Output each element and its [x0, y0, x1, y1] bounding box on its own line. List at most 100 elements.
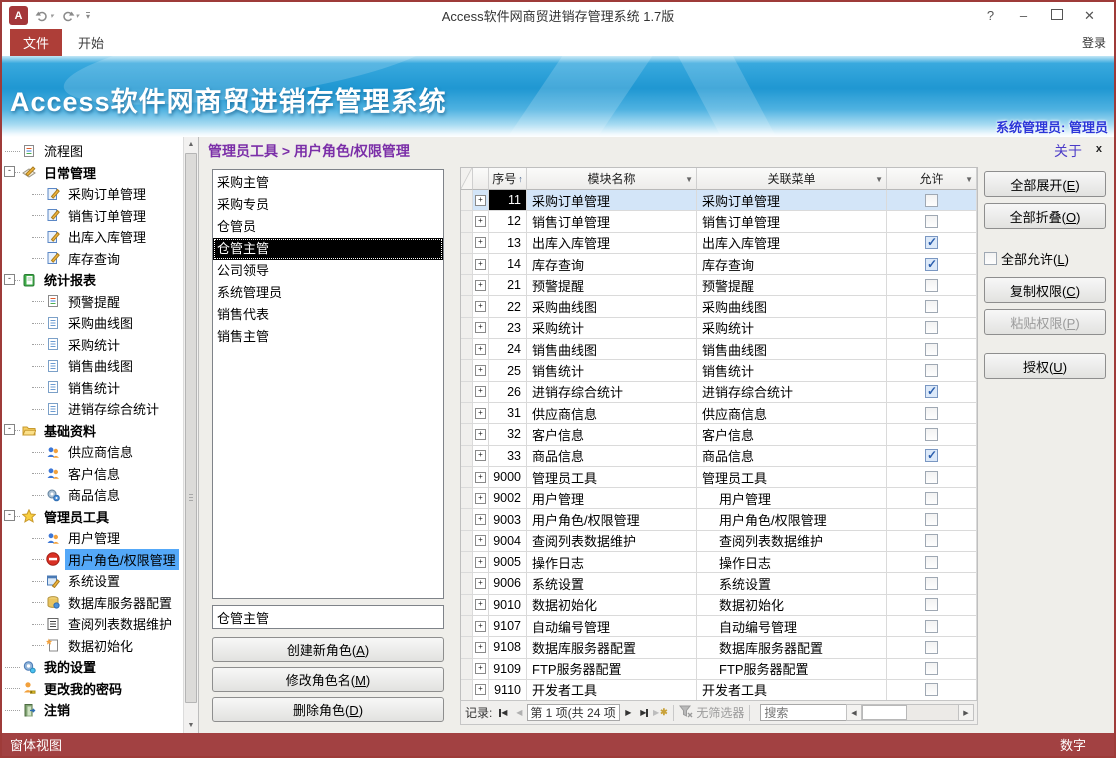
- tree-collapse-icon[interactable]: -: [4, 510, 15, 522]
- module-cell[interactable]: 用户角色/权限管理: [527, 509, 697, 531]
- role-item[interactable]: 系统管理员: [213, 282, 443, 304]
- table-row[interactable]: +25 销售统计 销售统计: [461, 360, 977, 382]
- tree-item[interactable]: - 日常管理: [2, 162, 182, 184]
- row-selector[interactable]: [461, 402, 473, 425]
- scroll-left-icon[interactable]: ◀: [846, 704, 862, 721]
- tree-item[interactable]: - 管理员工具: [2, 506, 182, 528]
- tree-item[interactable]: 我的设置: [2, 656, 182, 678]
- tab-home[interactable]: 开始: [62, 29, 120, 56]
- allow-checkbox[interactable]: [925, 235, 938, 250]
- tree-item[interactable]: - 统计报表: [2, 269, 182, 291]
- tree-item[interactable]: 用户管理: [2, 527, 182, 549]
- expand-icon[interactable]: +: [475, 663, 486, 675]
- row-selector[interactable]: [461, 360, 473, 382]
- create-role-button[interactable]: 创建新角色(A): [212, 637, 444, 662]
- row-selector[interactable]: [461, 615, 473, 638]
- expand-icon[interactable]: +: [475, 450, 486, 462]
- table-row[interactable]: +9109 FTP服务器配置 FTP服务器配置: [461, 658, 977, 680]
- row-selector[interactable]: [461, 339, 473, 361]
- module-cell[interactable]: 进销存综合统计: [527, 381, 697, 403]
- module-cell[interactable]: 用户管理: [527, 488, 697, 510]
- expand-icon[interactable]: +: [475, 194, 486, 206]
- module-cell[interactable]: 采购统计: [527, 317, 697, 340]
- filter-dropdown-icon[interactable]: ▼: [965, 175, 973, 184]
- module-cell[interactable]: 数据库服务器配置: [527, 637, 697, 659]
- expand-icon[interactable]: +: [475, 684, 486, 696]
- column-header-menu[interactable]: 关联菜单 ▼: [697, 168, 887, 190]
- menu-cell[interactable]: 开发者工具: [697, 679, 887, 702]
- menu-cell[interactable]: 系统设置: [697, 573, 887, 595]
- tree-item[interactable]: 系统设置: [2, 570, 182, 592]
- table-row[interactable]: +11 采购订单管理 采购订单管理: [461, 190, 977, 212]
- rename-role-button[interactable]: 修改角色名(M): [212, 667, 444, 692]
- seq-cell[interactable]: 24: [489, 339, 527, 361]
- tree-collapse-icon[interactable]: -: [4, 166, 15, 178]
- allow-checkbox[interactable]: [925, 214, 938, 228]
- seq-cell[interactable]: 25: [489, 360, 527, 382]
- tree-item[interactable]: 流程图: [2, 140, 182, 162]
- expand-icon[interactable]: +: [475, 407, 486, 419]
- table-row[interactable]: +26 进销存综合统计 进销存综合统计: [461, 381, 977, 403]
- filter-dropdown-icon[interactable]: ▼: [685, 175, 693, 184]
- row-selector[interactable]: [461, 296, 473, 318]
- column-header-allow[interactable]: 允许 ▼: [887, 168, 977, 190]
- menu-cell[interactable]: 供应商信息: [697, 402, 887, 425]
- previous-record-button[interactable]: ◀: [511, 704, 527, 721]
- table-row[interactable]: +9108 数据库服务器配置 数据库服务器配置: [461, 637, 977, 659]
- tree-item[interactable]: 查阅列表数据维护: [2, 613, 182, 635]
- help-button[interactable]: ?: [974, 8, 1007, 23]
- scroll-up-icon[interactable]: ▲: [184, 137, 198, 152]
- module-cell[interactable]: 开发者工具: [527, 679, 697, 702]
- module-cell[interactable]: 采购订单管理: [527, 190, 697, 212]
- expand-icon[interactable]: +: [475, 556, 486, 568]
- tree-item[interactable]: 销售曲线图: [2, 355, 182, 377]
- seq-cell[interactable]: 14: [489, 253, 527, 276]
- delete-role-button[interactable]: 删除角色(D): [212, 697, 444, 722]
- row-selector[interactable]: [461, 466, 473, 489]
- row-selector[interactable]: [461, 637, 473, 659]
- filter-dropdown-icon[interactable]: ▼: [875, 175, 883, 184]
- redo-button[interactable]: ▾: [61, 10, 79, 22]
- menu-cell[interactable]: 出库入库管理: [697, 232, 887, 254]
- allow-checkbox[interactable]: [925, 555, 938, 569]
- role-item[interactable]: 采购专员: [213, 194, 443, 216]
- customize-qat-button[interactable]: ▾: [86, 11, 91, 20]
- expand-icon[interactable]: +: [475, 386, 486, 398]
- expand-icon[interactable]: +: [475, 492, 486, 504]
- login-link[interactable]: 登录: [1082, 29, 1106, 56]
- table-row[interactable]: +33 商品信息 商品信息: [461, 445, 977, 467]
- scrollbar-track[interactable]: [862, 704, 958, 721]
- expand-icon[interactable]: +: [475, 258, 486, 270]
- seq-cell[interactable]: 9002: [489, 488, 527, 510]
- tree-item[interactable]: 注销: [2, 699, 182, 721]
- seq-cell[interactable]: 22: [489, 296, 527, 318]
- undo-button[interactable]: ▾: [35, 10, 54, 22]
- row-selector[interactable]: [461, 445, 473, 467]
- module-cell[interactable]: 系统设置: [527, 573, 697, 595]
- row-selector[interactable]: [461, 679, 473, 702]
- module-cell[interactable]: 库存查询: [527, 253, 697, 276]
- expand-icon[interactable]: +: [475, 514, 486, 526]
- seq-cell[interactable]: 9010: [489, 594, 527, 616]
- module-cell[interactable]: 数据初始化: [527, 594, 697, 616]
- expand-icon[interactable]: +: [475, 471, 486, 483]
- menu-cell[interactable]: 管理员工具: [697, 466, 887, 489]
- menu-cell[interactable]: 销售曲线图: [697, 339, 887, 361]
- module-cell[interactable]: 销售统计: [527, 360, 697, 382]
- next-record-button[interactable]: ▶: [620, 704, 636, 721]
- allow-checkbox[interactable]: [925, 427, 938, 441]
- menu-cell[interactable]: FTP服务器配置: [697, 658, 887, 680]
- first-record-button[interactable]: ◀: [495, 704, 511, 721]
- horizontal-scrollbar[interactable]: ◀ ▶: [846, 704, 974, 721]
- tree-item[interactable]: 采购订单管理: [2, 183, 182, 205]
- column-header-module[interactable]: 模块名称 ▼: [527, 168, 697, 190]
- menu-cell[interactable]: 数据初始化: [697, 594, 887, 616]
- menu-cell[interactable]: 操作日志: [697, 552, 887, 574]
- role-item[interactable]: 采购主管: [213, 172, 443, 194]
- row-selector[interactable]: [461, 190, 473, 212]
- module-cell[interactable]: 管理员工具: [527, 466, 697, 489]
- table-row[interactable]: +9003 用户角色/权限管理 用户角色/权限管理: [461, 509, 977, 531]
- seq-cell[interactable]: 21: [489, 275, 527, 297]
- menu-cell[interactable]: 自动编号管理: [697, 615, 887, 638]
- tree-item[interactable]: 预警提醒: [2, 291, 182, 313]
